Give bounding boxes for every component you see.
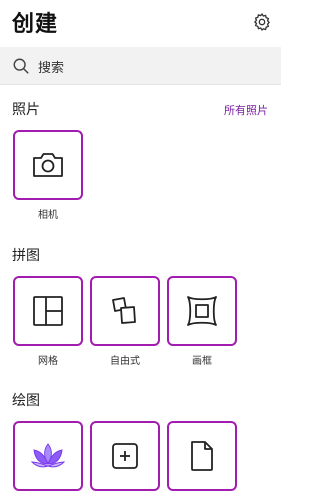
- section-title-drawing: 绘图: [12, 393, 40, 409]
- top-bar: 创建: [0, 0, 281, 44]
- frame-tile[interactable]: [167, 276, 237, 346]
- section-title-collage: 拼图: [12, 248, 40, 264]
- camera-label: 相机: [38, 210, 58, 221]
- search-placeholder: 搜索: [38, 61, 65, 76]
- freeform-icon: [112, 297, 136, 324]
- grid-tile[interactable]: [13, 276, 83, 346]
- page-title: 创建: [12, 12, 59, 37]
- section-title-photos: 照片: [12, 102, 40, 118]
- search-input[interactable]: 搜索: [0, 47, 281, 85]
- search-icon: [13, 58, 29, 74]
- blank-page-icon: [191, 441, 213, 471]
- lotus-icon: [30, 443, 66, 468]
- add-tile[interactable]: [90, 421, 160, 491]
- lotus-tile[interactable]: [13, 421, 83, 491]
- freeform-label: 自由式: [110, 356, 140, 367]
- camera-icon: [33, 153, 63, 177]
- frame-label: 画框: [192, 356, 212, 367]
- grid-layout-icon: [33, 296, 63, 326]
- add-square-icon: [112, 443, 138, 469]
- frame-icon: [187, 296, 217, 326]
- gear-icon[interactable]: [250, 10, 274, 34]
- freeform-tile[interactable]: [90, 276, 160, 346]
- camera-tile[interactable]: [13, 130, 83, 200]
- blank-page-tile[interactable]: [167, 421, 237, 491]
- grid-label: 网格: [38, 356, 58, 367]
- all-photos-link[interactable]: 所有照片: [224, 102, 268, 118]
